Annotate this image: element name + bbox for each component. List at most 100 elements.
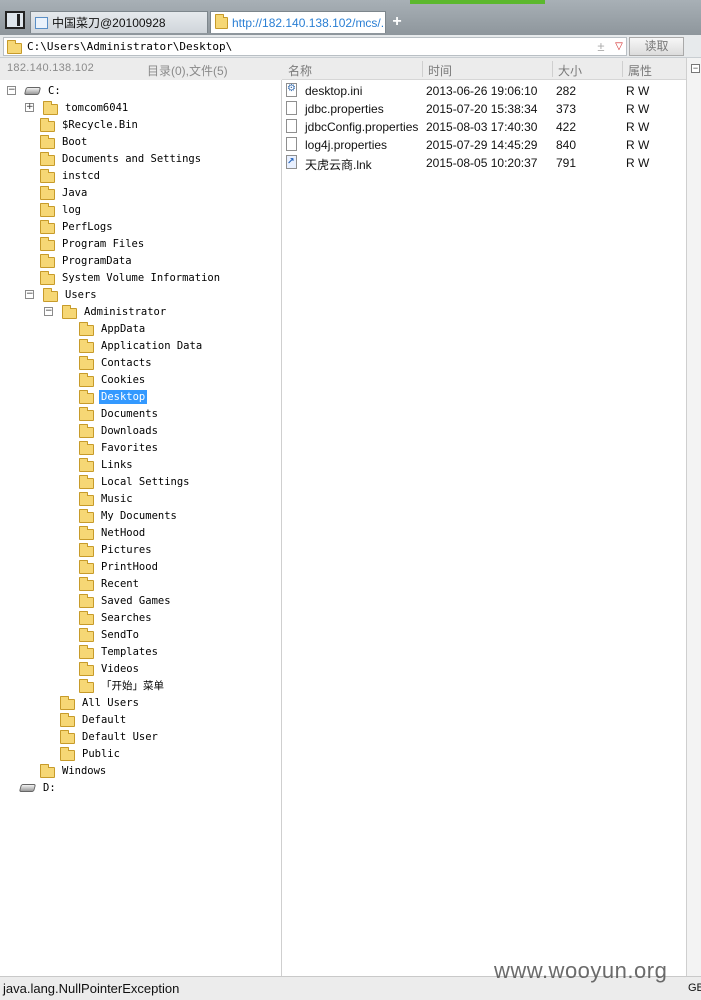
tree-item-label: ProgramData [62,254,132,267]
column-divider[interactable] [552,61,553,77]
tree-item[interactable]: NetHood [79,524,147,541]
tree-item[interactable]: Java [40,184,89,201]
column-header-name[interactable]: 名称 [288,62,312,79]
folder-icon [79,610,94,625]
tree-item[interactable]: + tomcom6041 [25,99,130,116]
tree-item[interactable]: Documents [79,405,160,422]
folder-icon [79,406,94,421]
settings-file-icon [286,83,297,97]
chevron-down-icon[interactable]: ▽ [612,38,626,55]
tree-item-label: Videos [101,662,139,675]
file-size: 373 [556,102,577,116]
tree-item[interactable]: My Documents [79,507,179,524]
tree-item[interactable]: Windows [40,762,108,779]
column-divider[interactable] [622,61,623,77]
tree-item[interactable]: Downloads [79,422,160,439]
collapse-icon[interactable]: − [25,290,34,299]
tree-item[interactable]: − Administrator [44,303,168,320]
folder-icon [79,678,94,693]
tree-item[interactable]: 「开始」菜单 [79,677,166,694]
file-time: 2015-08-03 17:40:30 [426,120,538,134]
tree-item[interactable]: log [40,201,83,218]
tree-item[interactable]: PrintHood [79,558,160,575]
tree-item[interactable]: Saved Games [79,592,173,609]
column-header-time[interactable]: 时间 [428,62,452,79]
file-attr: R W [626,120,650,134]
collapse-icon[interactable]: − [44,307,53,316]
tree-item[interactable]: System Volume Information [40,269,222,286]
tree-item[interactable]: − C: [7,82,63,99]
tree-item[interactable]: Default [60,711,128,728]
tab-home[interactable]: 中国菜刀@20100928 [30,11,208,33]
tree-item[interactable]: Videos [79,660,141,677]
encoding-indicator[interactable]: GB [688,982,701,994]
tree-item[interactable]: Searches [79,609,154,626]
folder-icon [79,457,94,472]
folder-icon [60,712,75,727]
tree-item[interactable]: Local Settings [79,473,192,490]
tree-item[interactable]: Recent [79,575,141,592]
file-time: 2013-06-26 19:06:10 [426,84,538,98]
file-row[interactable]: jdbcConfig.properties 2015-08-03 17:40:30… [282,118,686,136]
file-row[interactable]: desktop.ini 2013-06-26 19:06:10 282 R W [282,82,686,100]
tree-item[interactable]: Favorites [79,439,160,456]
tree-item-label: Music [101,492,133,505]
folder-icon [79,559,94,574]
file-list: desktop.ini2013-06-26 19:06:10282R Wjdbc… [282,80,686,976]
collapse-icon[interactable]: − [691,64,700,73]
tree-item-label: Users [65,288,97,301]
tab-file-manager[interactable]: http://182.140.138.102/mcs/... [210,11,386,33]
expand-icon[interactable]: + [25,103,34,112]
tree-item[interactable]: Application Data [79,337,204,354]
watermark: www.wooyun.org [494,958,668,983]
column-header-attr[interactable]: 属性 [628,62,652,79]
folder-icon [43,100,58,115]
tree-item[interactable]: Default User [60,728,160,745]
plus-minus-icon[interactable]: ± [594,38,608,55]
tree-item-label: Saved Games [101,594,171,607]
column-header-size[interactable]: 大小 [558,62,582,79]
tree-item[interactable]: Public [60,745,122,762]
collapse-icon[interactable]: − [7,86,16,95]
tree-item-label: Windows [62,764,107,777]
path-input[interactable]: C:\Users\Administrator\Desktop\ ± ▽ [3,37,627,56]
tree-item[interactable]: $Recycle.Bin [40,116,140,133]
tree-item-label: Public [82,747,120,760]
tree-item[interactable]: Boot [40,133,89,150]
read-button[interactable]: 读取 [629,37,684,56]
new-tab-button[interactable]: + [388,12,406,32]
tree-item[interactable]: − Users [25,286,99,303]
tree-item[interactable]: All Users [60,694,141,711]
file-row[interactable]: jdbc.properties 2015-07-20 15:38:34 373 R W [282,100,686,118]
tree-item[interactable]: D: [18,779,58,796]
folder-icon [40,168,55,183]
tree-item[interactable]: Contacts [79,354,154,371]
file-row[interactable]: 天虎云商.lnk 2015-08-05 10:20:37 791 R W [282,154,686,172]
tree-item[interactable]: Templates [79,643,160,660]
tree-item-label: $Recycle.Bin [62,118,138,131]
folder-icon [40,202,55,217]
file-row[interactable]: log4j.properties 2015-07-29 14:45:29 840 R … [282,136,686,154]
tree-item-label: NetHood [101,526,146,539]
tree-item[interactable]: SendTo [79,626,141,643]
drive-icon [23,86,42,95]
app-menu-icon[interactable] [5,11,25,29]
file-time: 2015-08-05 10:20:37 [426,156,538,170]
file-size: 422 [556,120,577,134]
column-divider[interactable] [422,61,423,77]
status-message: java.lang.NullPointerException [3,981,180,996]
tree-item[interactable]: Desktop [79,388,148,405]
tree-item[interactable]: Program Files [40,235,146,252]
tree-item[interactable]: Cookies [79,371,147,388]
tree-item[interactable]: PerfLogs [40,218,115,235]
tree-item[interactable]: Documents and Settings [40,150,203,167]
tree-item[interactable]: Pictures [79,541,154,558]
tree-item[interactable]: ProgramData [40,252,134,269]
tree-item-label: Application Data [101,339,203,352]
tree-item[interactable]: Links [79,456,135,473]
tree-item[interactable]: AppData [79,320,147,337]
tree-item-label: Local Settings [101,475,190,488]
tree-item[interactable]: instcd [40,167,102,184]
folder-icon [40,185,55,200]
tree-item[interactable]: Music [79,490,135,507]
